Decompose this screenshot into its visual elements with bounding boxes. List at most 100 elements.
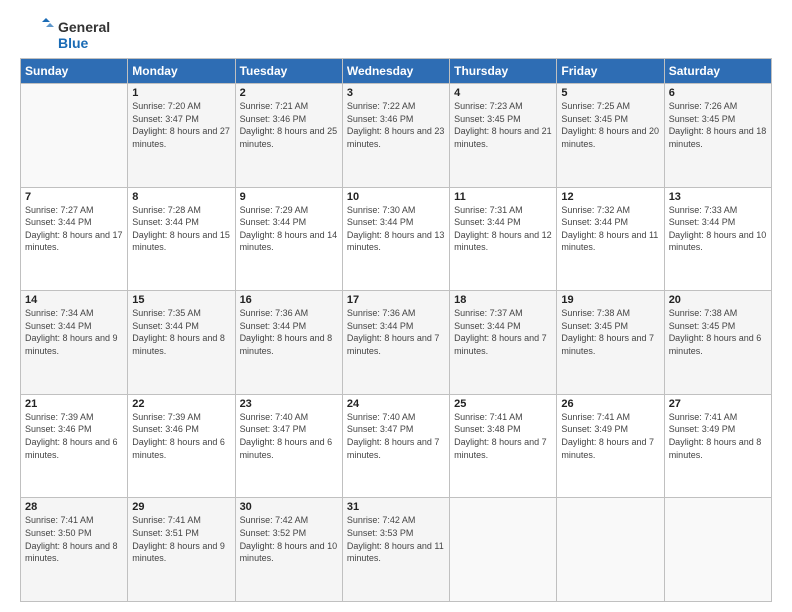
calendar-cell: 7Sunrise: 7:27 AMSunset: 3:44 PMDaylight…: [21, 187, 128, 291]
day-info: Sunrise: 7:30 AMSunset: 3:44 PMDaylight:…: [347, 204, 445, 254]
day-info: Sunrise: 7:23 AMSunset: 3:45 PMDaylight:…: [454, 100, 552, 150]
day-number: 20: [669, 294, 767, 306]
day-number: 21: [25, 398, 123, 410]
calendar-cell: 8Sunrise: 7:28 AMSunset: 3:44 PMDaylight…: [128, 187, 235, 291]
day-info: Sunrise: 7:33 AMSunset: 3:44 PMDaylight:…: [669, 204, 767, 254]
day-info: Sunrise: 7:41 AMSunset: 3:49 PMDaylight:…: [561, 411, 659, 461]
day-number: 27: [669, 398, 767, 410]
calendar-week-row: 21Sunrise: 7:39 AMSunset: 3:46 PMDayligh…: [21, 394, 772, 498]
day-info: Sunrise: 7:34 AMSunset: 3:44 PMDaylight:…: [25, 307, 123, 357]
day-info: Sunrise: 7:42 AMSunset: 3:52 PMDaylight:…: [240, 514, 338, 564]
day-info: Sunrise: 7:32 AMSunset: 3:44 PMDaylight:…: [561, 204, 659, 254]
day-number: 3: [347, 87, 445, 99]
logo-general-text: General: [58, 19, 110, 35]
calendar-cell: 2Sunrise: 7:21 AMSunset: 3:46 PMDaylight…: [235, 84, 342, 188]
logo: GeneralBlue: [20, 18, 110, 52]
day-number: 28: [25, 501, 123, 513]
calendar-week-row: 1Sunrise: 7:20 AMSunset: 3:47 PMDaylight…: [21, 84, 772, 188]
calendar-cell: 30Sunrise: 7:42 AMSunset: 3:52 PMDayligh…: [235, 498, 342, 602]
calendar-cell: 19Sunrise: 7:38 AMSunset: 3:45 PMDayligh…: [557, 291, 664, 395]
calendar-cell: 22Sunrise: 7:39 AMSunset: 3:46 PMDayligh…: [128, 394, 235, 498]
day-info: Sunrise: 7:40 AMSunset: 3:47 PMDaylight:…: [240, 411, 338, 461]
calendar-cell: 24Sunrise: 7:40 AMSunset: 3:47 PMDayligh…: [342, 394, 449, 498]
calendar-cell: 16Sunrise: 7:36 AMSunset: 3:44 PMDayligh…: [235, 291, 342, 395]
day-number: 24: [347, 398, 445, 410]
calendar-cell: 12Sunrise: 7:32 AMSunset: 3:44 PMDayligh…: [557, 187, 664, 291]
day-info: Sunrise: 7:39 AMSunset: 3:46 PMDaylight:…: [25, 411, 123, 461]
calendar-week-row: 14Sunrise: 7:34 AMSunset: 3:44 PMDayligh…: [21, 291, 772, 395]
weekday-header: Friday: [557, 59, 664, 84]
day-info: Sunrise: 7:36 AMSunset: 3:44 PMDaylight:…: [240, 307, 338, 357]
calendar-cell: 10Sunrise: 7:30 AMSunset: 3:44 PMDayligh…: [342, 187, 449, 291]
logo-svg: [20, 18, 54, 52]
calendar-week-row: 28Sunrise: 7:41 AMSunset: 3:50 PMDayligh…: [21, 498, 772, 602]
day-number: 18: [454, 294, 552, 306]
day-number: 8: [132, 191, 230, 203]
day-number: 1: [132, 87, 230, 99]
day-info: Sunrise: 7:20 AMSunset: 3:47 PMDaylight:…: [132, 100, 230, 150]
day-number: 22: [132, 398, 230, 410]
day-info: Sunrise: 7:26 AMSunset: 3:45 PMDaylight:…: [669, 100, 767, 150]
day-info: Sunrise: 7:38 AMSunset: 3:45 PMDaylight:…: [561, 307, 659, 357]
day-number: 9: [240, 191, 338, 203]
calendar-cell: 26Sunrise: 7:41 AMSunset: 3:49 PMDayligh…: [557, 394, 664, 498]
day-number: 31: [347, 501, 445, 513]
day-number: 7: [25, 191, 123, 203]
day-info: Sunrise: 7:41 AMSunset: 3:51 PMDaylight:…: [132, 514, 230, 564]
day-info: Sunrise: 7:29 AMSunset: 3:44 PMDaylight:…: [240, 204, 338, 254]
calendar-cell: 9Sunrise: 7:29 AMSunset: 3:44 PMDaylight…: [235, 187, 342, 291]
day-info: Sunrise: 7:40 AMSunset: 3:47 PMDaylight:…: [347, 411, 445, 461]
day-number: 25: [454, 398, 552, 410]
day-info: Sunrise: 7:39 AMSunset: 3:46 PMDaylight:…: [132, 411, 230, 461]
calendar-cell: [21, 84, 128, 188]
day-info: Sunrise: 7:21 AMSunset: 3:46 PMDaylight:…: [240, 100, 338, 150]
calendar-cell: 4Sunrise: 7:23 AMSunset: 3:45 PMDaylight…: [450, 84, 557, 188]
calendar-cell: 17Sunrise: 7:36 AMSunset: 3:44 PMDayligh…: [342, 291, 449, 395]
day-number: 13: [669, 191, 767, 203]
day-number: 23: [240, 398, 338, 410]
calendar-cell: 15Sunrise: 7:35 AMSunset: 3:44 PMDayligh…: [128, 291, 235, 395]
day-number: 6: [669, 87, 767, 99]
calendar-cell: 6Sunrise: 7:26 AMSunset: 3:45 PMDaylight…: [664, 84, 771, 188]
calendar-cell: 3Sunrise: 7:22 AMSunset: 3:46 PMDaylight…: [342, 84, 449, 188]
day-number: 4: [454, 87, 552, 99]
calendar-cell: [450, 498, 557, 602]
calendar-cell: 29Sunrise: 7:41 AMSunset: 3:51 PMDayligh…: [128, 498, 235, 602]
day-number: 5: [561, 87, 659, 99]
day-number: 16: [240, 294, 338, 306]
weekday-header: Thursday: [450, 59, 557, 84]
logo-blue-text: Blue: [58, 35, 110, 51]
day-info: Sunrise: 7:27 AMSunset: 3:44 PMDaylight:…: [25, 204, 123, 254]
day-info: Sunrise: 7:36 AMSunset: 3:44 PMDaylight:…: [347, 307, 445, 357]
calendar-cell: [557, 498, 664, 602]
day-info: Sunrise: 7:22 AMSunset: 3:46 PMDaylight:…: [347, 100, 445, 150]
day-number: 26: [561, 398, 659, 410]
day-info: Sunrise: 7:38 AMSunset: 3:45 PMDaylight:…: [669, 307, 767, 357]
day-info: Sunrise: 7:41 AMSunset: 3:49 PMDaylight:…: [669, 411, 767, 461]
day-number: 30: [240, 501, 338, 513]
day-number: 29: [132, 501, 230, 513]
calendar-cell: 21Sunrise: 7:39 AMSunset: 3:46 PMDayligh…: [21, 394, 128, 498]
day-info: Sunrise: 7:37 AMSunset: 3:44 PMDaylight:…: [454, 307, 552, 357]
calendar-cell: 18Sunrise: 7:37 AMSunset: 3:44 PMDayligh…: [450, 291, 557, 395]
day-number: 19: [561, 294, 659, 306]
weekday-header: Sunday: [21, 59, 128, 84]
page: GeneralBlue SundayMondayTuesdayWednesday…: [0, 0, 792, 612]
calendar-cell: 5Sunrise: 7:25 AMSunset: 3:45 PMDaylight…: [557, 84, 664, 188]
day-number: 11: [454, 191, 552, 203]
calendar-cell: 11Sunrise: 7:31 AMSunset: 3:44 PMDayligh…: [450, 187, 557, 291]
day-number: 15: [132, 294, 230, 306]
calendar-cell: 14Sunrise: 7:34 AMSunset: 3:44 PMDayligh…: [21, 291, 128, 395]
calendar-cell: 20Sunrise: 7:38 AMSunset: 3:45 PMDayligh…: [664, 291, 771, 395]
day-info: Sunrise: 7:41 AMSunset: 3:50 PMDaylight:…: [25, 514, 123, 564]
calendar-cell: [664, 498, 771, 602]
day-info: Sunrise: 7:25 AMSunset: 3:45 PMDaylight:…: [561, 100, 659, 150]
calendar-cell: 25Sunrise: 7:41 AMSunset: 3:48 PMDayligh…: [450, 394, 557, 498]
weekday-header: Monday: [128, 59, 235, 84]
day-number: 2: [240, 87, 338, 99]
day-number: 12: [561, 191, 659, 203]
day-info: Sunrise: 7:42 AMSunset: 3:53 PMDaylight:…: [347, 514, 445, 564]
calendar-week-row: 7Sunrise: 7:27 AMSunset: 3:44 PMDaylight…: [21, 187, 772, 291]
day-number: 10: [347, 191, 445, 203]
day-info: Sunrise: 7:35 AMSunset: 3:44 PMDaylight:…: [132, 307, 230, 357]
